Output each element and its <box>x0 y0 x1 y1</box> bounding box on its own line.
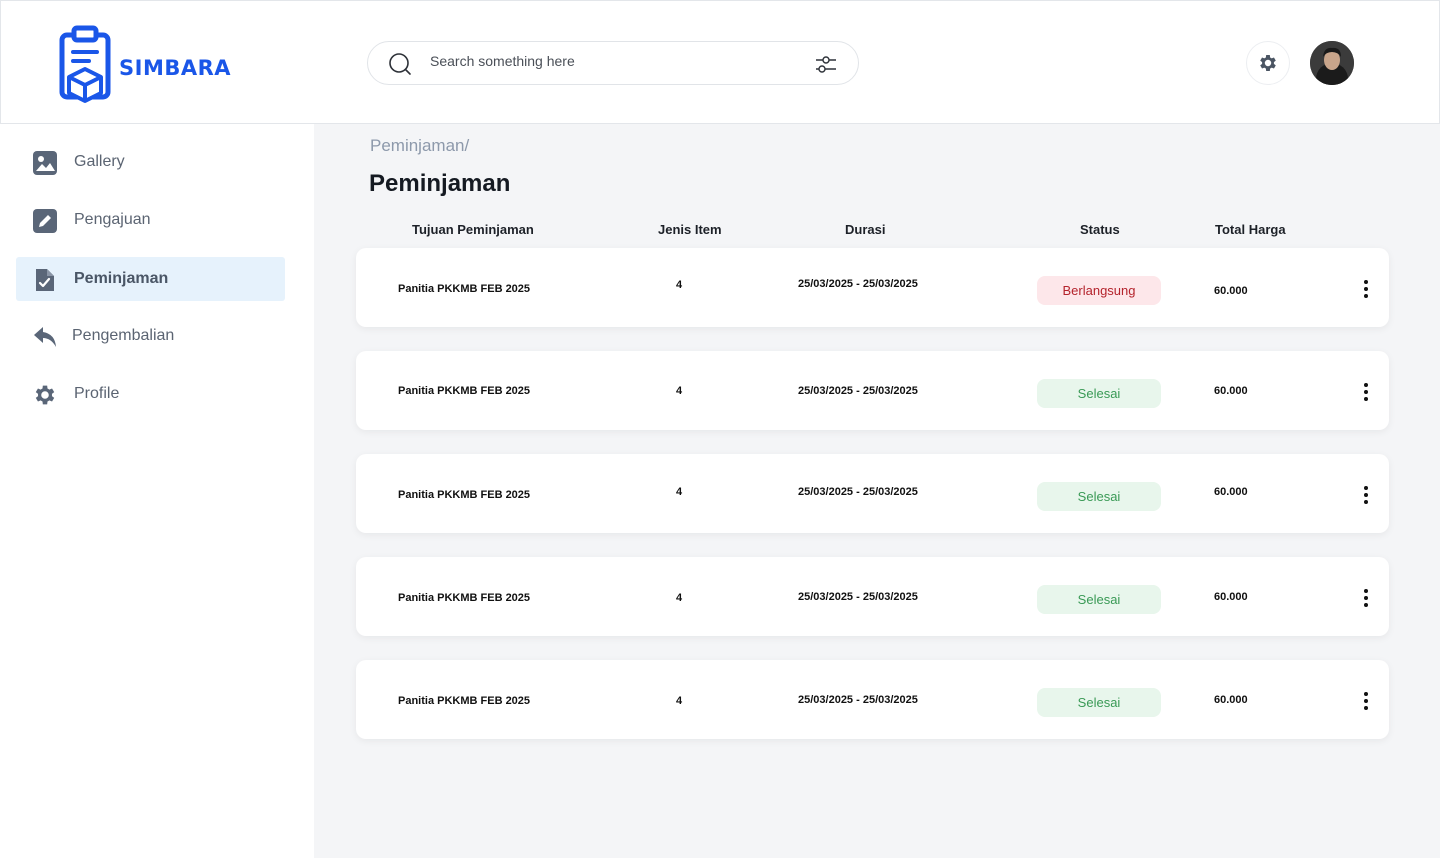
filter-sliders-icon[interactable] <box>814 52 838 76</box>
image-icon <box>33 151 57 175</box>
user-avatar[interactable] <box>1310 41 1354 85</box>
tujuan-cell: Panitia PKKMB FEB 2025 <box>398 592 531 604</box>
durasi-cell: 25/03/2025 - 25/03/2025 <box>798 278 918 290</box>
clipboard-box-logo-icon <box>59 25 111 103</box>
status-badge: Selesai <box>1037 482 1161 511</box>
more-options-icon[interactable] <box>1358 690 1374 712</box>
column-header-durasi: Durasi <box>845 222 886 237</box>
sidebar-item-label: Pengembalian <box>72 327 175 344</box>
sidebar-item-label: Gallery <box>74 153 125 170</box>
sidebar-item-pengajuan[interactable]: Pengajuan <box>16 198 285 242</box>
sidebar-item-gallery[interactable]: Gallery <box>16 140 285 184</box>
app-logo[interactable]: SIMBARA <box>57 25 231 105</box>
table-row[interactable]: Panitia PKKMB FEB 2025 4 25/03/2025 - 25… <box>356 351 1389 430</box>
app-name: SIMBARA <box>119 56 232 80</box>
table-row[interactable]: Panitia PKKMB FEB 2025 4 25/03/2025 - 25… <box>356 454 1389 533</box>
sidebar-item-label: Profile <box>74 385 120 402</box>
total-harga-cell: 60.000 <box>1214 591 1248 603</box>
tujuan-cell: Panitia PKKMB FEB 2025 <box>398 489 531 501</box>
durasi-cell: 25/03/2025 - 25/03/2025 <box>798 591 918 603</box>
status-badge: Selesai <box>1037 379 1161 408</box>
jenis-item-cell: 4 <box>676 695 683 707</box>
total-harga-cell: 60.000 <box>1214 385 1248 397</box>
total-harga-cell: 60.000 <box>1214 486 1248 498</box>
search-bar <box>367 41 859 85</box>
status-badge: Selesai <box>1037 688 1161 717</box>
settings-button[interactable] <box>1246 41 1290 85</box>
durasi-cell: 25/03/2025 - 25/03/2025 <box>798 486 918 498</box>
gear-icon <box>35 385 55 405</box>
table-row[interactable]: Panitia PKKMB FEB 2025 4 25/03/2025 - 25… <box>356 557 1389 636</box>
tujuan-cell: Panitia PKKMB FEB 2025 <box>398 695 531 707</box>
sidebar-item-peminjaman[interactable]: Peminjaman <box>16 257 285 301</box>
jenis-item-cell: 4 <box>676 385 683 397</box>
edit-icon <box>33 209 57 233</box>
profile-photo-icon <box>1310 41 1354 85</box>
column-header-tujuan: Tujuan Peminjaman <box>412 222 534 237</box>
sidebar-item-pengembalian[interactable]: Pengembalian <box>16 314 285 358</box>
column-header-total-harga: Total Harga <box>1215 222 1286 237</box>
status-badge: Selesai <box>1037 585 1161 614</box>
total-harga-cell: 60.000 <box>1214 285 1248 297</box>
durasi-cell: 25/03/2025 - 25/03/2025 <box>798 694 918 706</box>
more-options-icon[interactable] <box>1358 278 1374 300</box>
gear-icon <box>1260 55 1276 71</box>
reply-arrow-icon <box>34 327 56 347</box>
column-header-status: Status <box>1080 222 1120 237</box>
jenis-item-cell: 4 <box>676 279 683 291</box>
tujuan-cell: Panitia PKKMB FEB 2025 <box>398 283 531 295</box>
top-header: SIMBARA <box>0 0 1440 124</box>
jenis-item-cell: 4 <box>676 486 683 498</box>
more-options-icon[interactable] <box>1358 587 1374 609</box>
sidebar-item-profile[interactable]: Profile <box>16 372 285 416</box>
jenis-item-cell: 4 <box>676 592 683 604</box>
document-check-icon <box>36 269 54 291</box>
search-icon[interactable] <box>388 52 412 76</box>
table-row[interactable]: Panitia PKKMB FEB 2025 4 25/03/2025 - 25… <box>356 660 1389 739</box>
more-options-icon[interactable] <box>1358 381 1374 403</box>
status-badge: Berlangsung <box>1037 276 1161 305</box>
search-input[interactable] <box>430 53 790 69</box>
table-row[interactable]: Panitia PKKMB FEB 2025 4 25/03/2025 - 25… <box>356 248 1389 327</box>
sidebar: Gallery Pengajuan Peminjaman Pengembalia… <box>0 124 314 858</box>
column-header-jenis-item: Jenis Item <box>658 222 722 237</box>
sidebar-item-label: Peminjaman <box>74 270 169 287</box>
sidebar-item-label: Pengajuan <box>74 211 151 228</box>
more-options-icon[interactable] <box>1358 484 1374 506</box>
durasi-cell: 25/03/2025 - 25/03/2025 <box>798 385 918 397</box>
tujuan-cell: Panitia PKKMB FEB 2025 <box>398 385 531 397</box>
breadcrumb[interactable]: Peminjaman/ <box>370 136 469 156</box>
total-harga-cell: 60.000 <box>1214 694 1248 706</box>
page-title: Peminjaman <box>369 170 511 197</box>
